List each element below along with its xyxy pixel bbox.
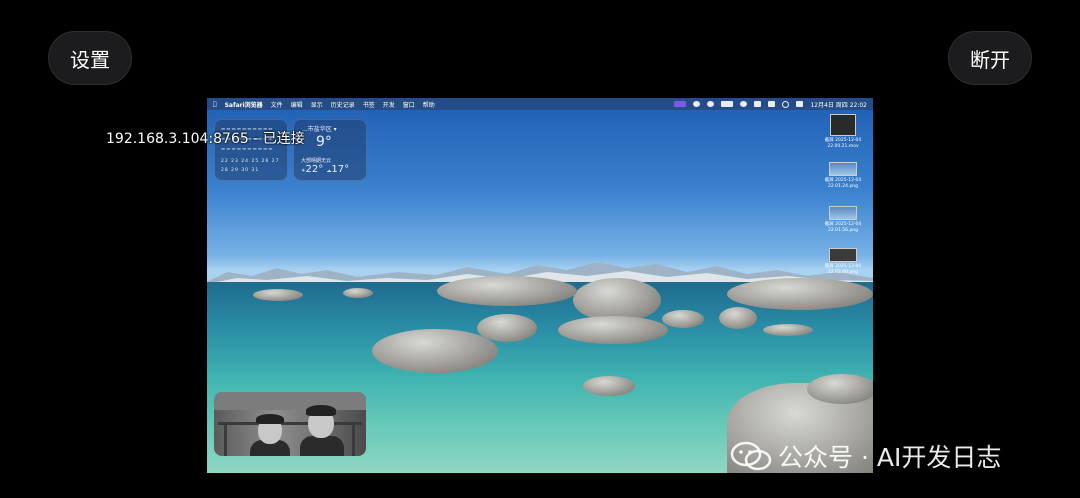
record-icon[interactable] [693,101,701,107]
menu-item-edit[interactable]: 编辑 [291,100,303,109]
boulder [437,276,577,306]
boulder [372,329,498,373]
menu-item-history[interactable]: 历史记录 [331,100,355,109]
desktop-file[interactable]: 截屏 2025-12-04 22.01.56.png [818,206,868,234]
menu-app-name[interactable]: Safari浏览器 [225,100,263,109]
mac-menubar:  Safari浏览器 文件 编辑 显示 历史记录 书签 开发 窗口 帮助 12… [207,98,873,110]
menu-item-bookmarks[interactable]: 书签 [363,100,375,109]
disconnect-button[interactable]: 断开 [948,31,1032,85]
desktop-file[interactable]: 截屏 2025-12-04 22.01.24.png [818,162,868,190]
weather-location: ...市盐华区 ▾ [302,126,337,133]
file-name: 截屏 2025-12-04 22.02.00.png [824,264,862,275]
calendar-row: 28 29 30 31 [221,168,260,173]
desktop-file[interactable]: 截屏 2025-12-04 22.02.00.png [818,248,868,276]
boulder [253,289,303,301]
boulder [343,288,373,298]
weather-low: 17° [331,164,350,175]
boulder [763,324,813,336]
weather-high: 22° [305,164,324,175]
file-name: 截屏 2025-12-04 22.01.56.png [824,222,862,233]
desktop-file[interactable]: 截屏 2025-12-04 22.00.21.mov [818,114,868,150]
file-name: 截屏 2025-12-04 22.00.21.mov [824,138,862,149]
boulder [719,307,757,329]
battery-icon[interactable] [721,101,734,107]
menu-item-file[interactable]: 文件 [271,100,283,109]
file-thumbnail [829,248,857,262]
menu-item-help[interactable]: 帮助 [423,100,435,109]
control-center-icon[interactable] [796,101,804,107]
wifi-icon[interactable] [768,101,776,107]
menu-item-develop[interactable]: 开发 [383,100,395,109]
apple-icon[interactable]:  [213,101,217,108]
text-icon[interactable] [754,101,762,107]
settings-button[interactable]: 设置 [48,31,132,85]
boulder [807,374,873,404]
file-thumbnail [829,162,857,176]
screen-share-icon[interactable] [674,101,687,107]
file-thumbnail [829,206,857,220]
menubar-clock[interactable]: 12月4日 周四 22:02 [810,100,867,109]
weather-condition: 大部晴朗无云 [301,158,332,164]
boulder [477,314,537,342]
camera-pip-video[interactable] [214,392,366,456]
weather-high-low: ☀22° ☁17° [301,164,349,175]
calendar-row: 22 23 24 25 26 27 [221,159,280,164]
watermark-text: 公众号 · AI开发日志 [778,443,1002,472]
weather-temperature: 9° [316,134,332,150]
wechat-icon[interactable] [707,101,715,107]
boulder [727,278,873,310]
file-name: 截屏 2025-12-04 22.01.24.png [824,178,862,189]
search-icon[interactable] [782,100,790,108]
boulder [583,376,635,396]
boulder [662,310,704,328]
menu-item-view[interactable]: 显示 [311,100,323,109]
watermark: 公众号 · AI开发日志 [730,438,1001,474]
wechat-icon [730,441,772,471]
boulder [558,316,668,344]
remote-desktop-view[interactable]:  Safari浏览器 文件 编辑 显示 历史记录 书签 开发 窗口 帮助 12… [207,98,873,473]
connection-status: 192.168.3.104:8765 - 已连接 [106,131,305,147]
menu-item-window[interactable]: 窗口 [403,100,415,109]
moon-icon[interactable] [740,101,748,107]
file-thumbnail [830,114,856,136]
